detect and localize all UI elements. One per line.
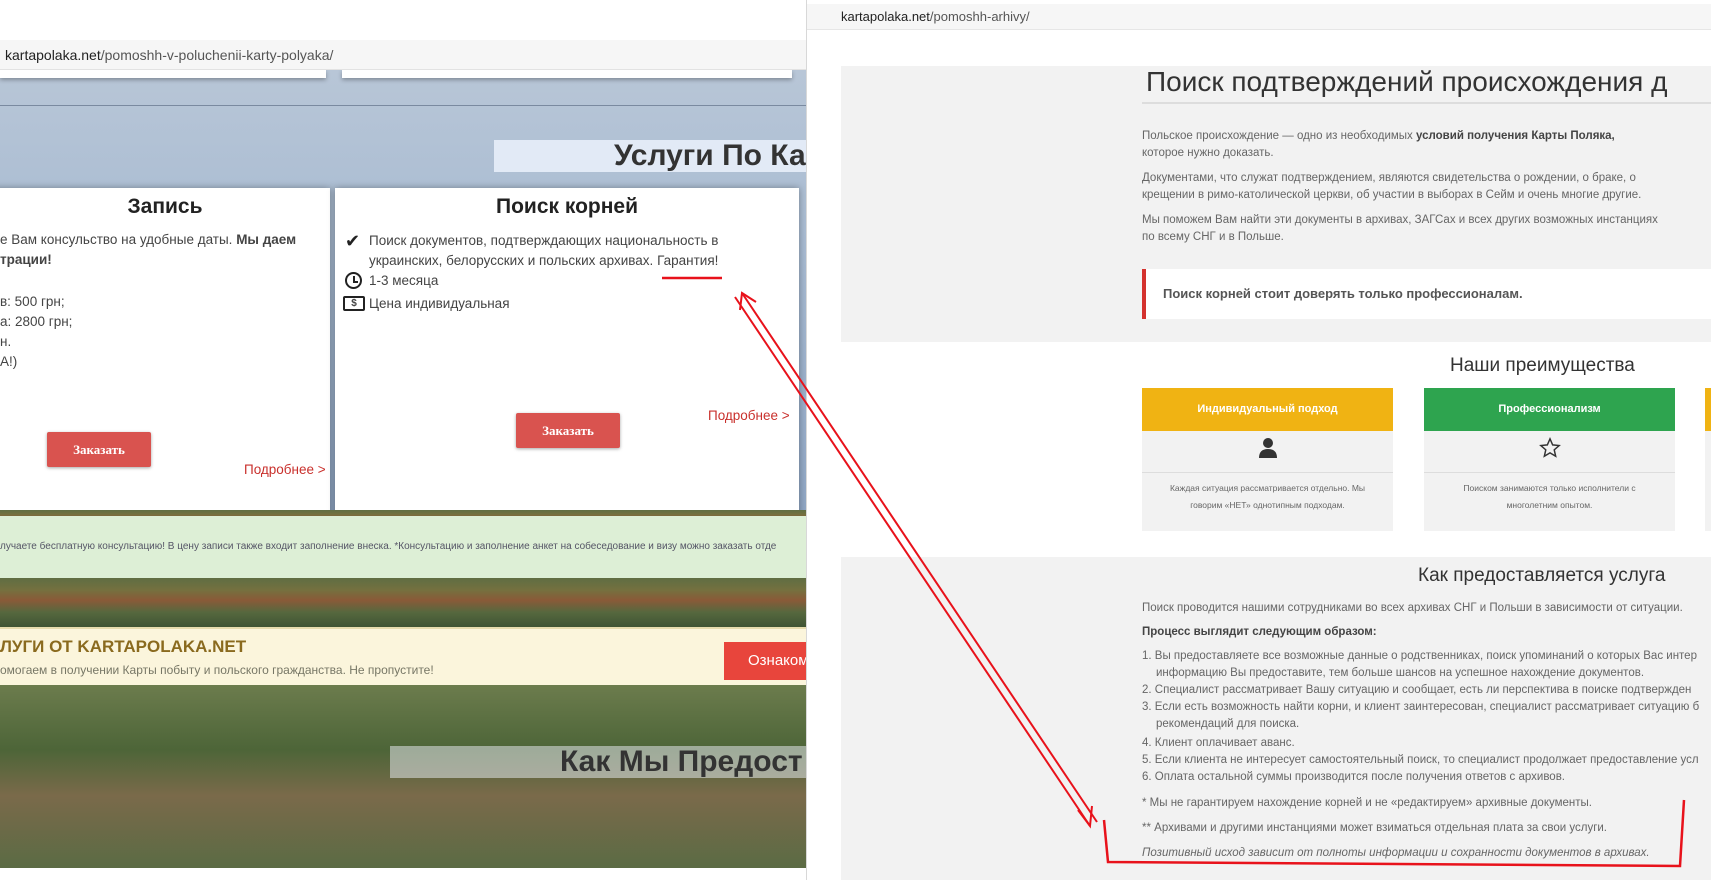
text-run: Польское происхождение — одно из необход…	[1142, 130, 1416, 142]
advantage-title	[1705, 388, 1711, 431]
intro-paragraph: Мы поможем Вам найти эти документы в арх…	[1142, 214, 1658, 243]
user-icon	[1142, 431, 1393, 473]
process-title: Процесс выглядит следующим образом:	[1142, 626, 1377, 638]
bullet-item: 1-3 месяца	[343, 271, 783, 291]
step: 3. Если есть возможность найти корни, и …	[1142, 701, 1700, 713]
step: рекомендаций для поиска.	[1156, 718, 1300, 730]
address-bar[interactable]: kartapolaka.net/pomoshh-v-poluchenii-kar…	[0, 40, 806, 70]
more-link[interactable]: Подробнее >	[708, 408, 790, 423]
card-line: трации!	[0, 252, 52, 267]
info-note: лучаете бесплатную консультацию! В цену …	[0, 516, 806, 578]
intro-paragraph: Польское происхождение — одно из необход…	[1142, 128, 1662, 162]
intro-paragraph: Документами, что служат подтверждением, …	[1142, 172, 1642, 201]
acquaint-button[interactable]: Ознаком	[724, 642, 806, 680]
card-edge	[342, 70, 792, 78]
bullet-item: $ Цена индивидуальная	[343, 294, 783, 314]
card-text: ✔ Поиск документов, подтверждающих нацио…	[343, 231, 783, 314]
promo-subtitle: омогаем в получении Карты побыту и польс…	[0, 663, 434, 677]
page-title: Поиск подтверждений происхождения д	[1146, 66, 1668, 97]
guarantee-link[interactable]: Гарантия!	[657, 253, 718, 268]
address-bar[interactable]: kartapolaka.net/pomoshh-arhivy/	[807, 4, 1711, 30]
url-domain: kartapolaka.net	[5, 47, 101, 63]
service-card-poisk: Поиск корней ✔ Поиск документов, подтвер…	[335, 188, 799, 518]
card-line: в: 500 грн;	[0, 294, 65, 309]
clock-icon	[345, 272, 362, 289]
url-path: /pomoshh-arhivy/	[929, 9, 1030, 24]
card-title: Поиск корней	[495, 195, 639, 218]
title-underline	[1142, 102, 1711, 104]
advantage-title: Индивидуальный подход	[1142, 388, 1393, 431]
step: 2. Специалист рассматривает Вашу ситуаци…	[1142, 684, 1692, 696]
services-banner: Услуги По Ка	[494, 140, 806, 172]
step: информацию Вы предоставите, тем больше ш…	[1156, 667, 1645, 679]
bullet-text: Цена индивидуальная	[369, 296, 510, 311]
advantage-title: Профессионализм	[1424, 388, 1675, 431]
advantage-desc: Каждая ситуация рассматривается отдельно…	[1169, 483, 1366, 510]
promo-band: ЛУГИ ОТ KARTAPOLAKA.NET омогаем в получе…	[0, 627, 806, 685]
how-banner: Как Мы Предост	[390, 746, 806, 778]
card-line: а: 2800 грн;	[0, 314, 73, 329]
divider	[0, 105, 806, 106]
service-card-zapis: Запись е Вам консульство на удобные даты…	[0, 188, 330, 518]
note: ** Архивами и другими инстанциями может …	[1142, 822, 1608, 834]
money-icon: $	[343, 296, 365, 311]
left-browser-window: kartapolaka.net/pomoshh-v-poluchenii-kar…	[0, 0, 806, 880]
promo-title: ЛУГИ ОТ KARTAPOLAKA.NET	[0, 637, 247, 656]
right-browser-window: kartapolaka.net/pomoshh-arhivy/ Поиск по…	[806, 0, 1711, 880]
page-bottom	[0, 868, 806, 878]
url-path: /pomoshh-v-poluchenii-karty-polyaka/	[100, 47, 334, 63]
quote-block: Поиск корней стоит доверять только профе…	[1142, 269, 1711, 319]
card-line: е Вам консульство на удобные даты.	[0, 232, 237, 247]
text-run: которое нужно доказать.	[1142, 147, 1274, 159]
advantage-card: Индивидуальный подход Каждая ситуация ра…	[1142, 388, 1393, 531]
how-title: Как предоставляется услуга	[1418, 565, 1666, 586]
left-page: Услуги По Ка Запись е Вам консульство на…	[0, 70, 806, 880]
step: 6. Оплата остальной суммы производится п…	[1142, 771, 1566, 783]
advantage-desc: Поиском занимаются только исполнители с …	[1463, 483, 1636, 510]
order-button[interactable]: Заказать	[47, 432, 151, 467]
photo-strip	[0, 578, 806, 627]
step: 5. Если клиента не интересует самостояте…	[1142, 754, 1699, 766]
card-line-bold: Мы даем	[236, 232, 297, 247]
how-intro: Поиск проводится нашими сотрудниками во …	[1142, 602, 1683, 614]
card-edge	[0, 70, 326, 78]
advantage-card-partial	[1705, 388, 1711, 531]
step: 4. Клиент оплачивает аванс.	[1142, 737, 1295, 749]
note: Позитивный исход зависит от полноты инфо…	[1142, 847, 1650, 859]
order-button[interactable]: Заказать	[516, 413, 620, 448]
step: 1. Вы предоставляете все возможные данны…	[1142, 650, 1697, 662]
advantage-card: Профессионализм Поиском занимаются тольк…	[1424, 388, 1675, 531]
card-line: А!)	[0, 354, 18, 369]
advantages-title: Наши преимущества	[1450, 355, 1635, 376]
card-title: Запись	[127, 195, 203, 218]
card-line: н.	[0, 334, 12, 349]
bullet-item: ✔ Поиск документов, подтверждающих нацио…	[343, 231, 783, 271]
bullet-text: 1-3 месяца	[369, 273, 439, 288]
text-run-bold: условий получения Карты Поляка,	[1416, 130, 1615, 142]
more-link[interactable]: Подробнее >	[244, 462, 326, 477]
check-icon: ✔	[345, 231, 361, 251]
note: * Мы не гарантируем нахождение корней и …	[1142, 797, 1592, 809]
card-text: е Вам консульство на удобные даты. Мы да…	[0, 230, 320, 372]
url-domain: kartapolaka.net	[841, 9, 930, 24]
star-icon	[1424, 431, 1675, 473]
